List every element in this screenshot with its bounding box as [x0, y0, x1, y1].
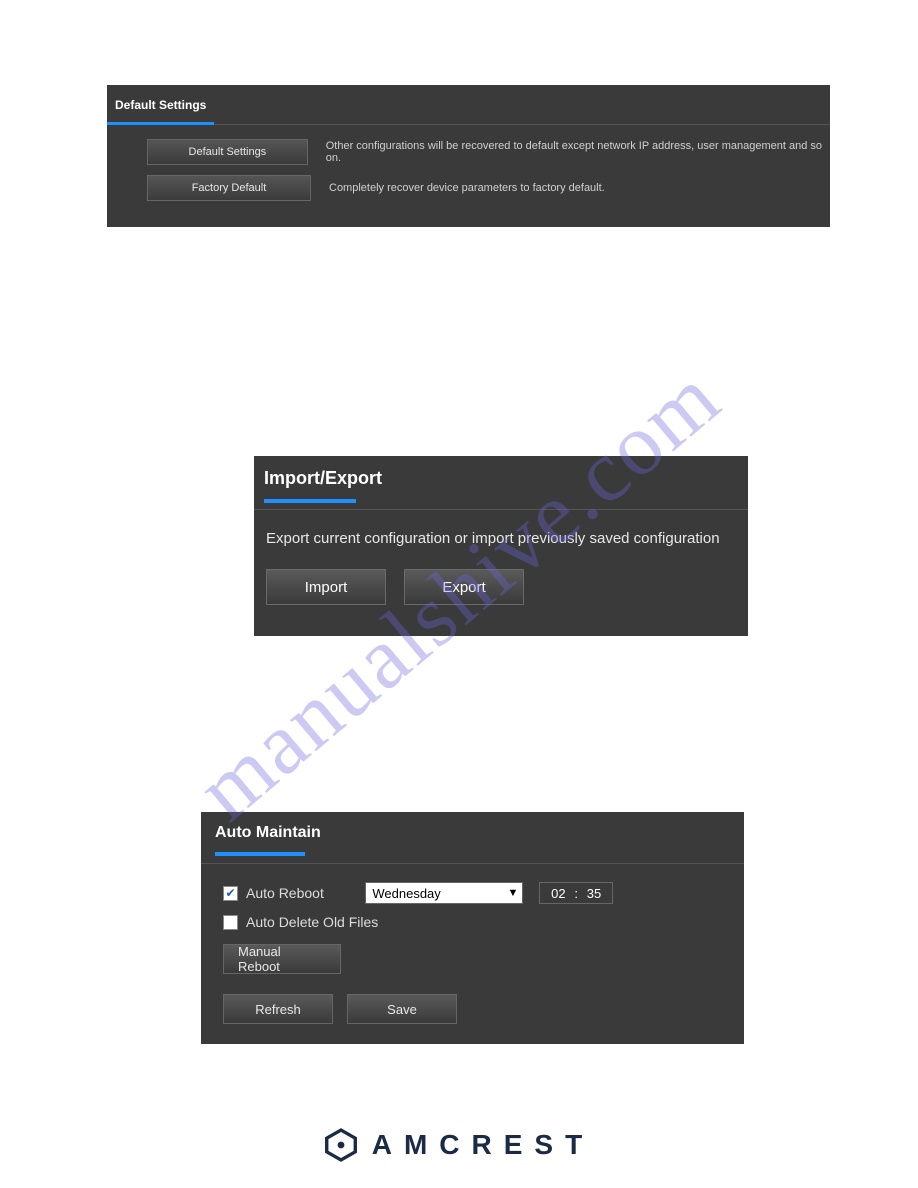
row-manual-reboot: Manual Reboot	[223, 940, 724, 974]
tab-default-settings[interactable]: Default Settings	[107, 85, 214, 125]
import-export-desc: Export current configuration or import p…	[266, 530, 738, 547]
button-label: Default Settings	[189, 146, 267, 158]
panel-title: Auto Maintain	[215, 824, 730, 842]
panel-header: Import/Export	[254, 456, 748, 510]
day-select[interactable]: Wednesday ▼	[365, 882, 523, 904]
export-button[interactable]: Export	[404, 569, 524, 605]
default-settings-panel: Default Settings Default Settings Other …	[107, 85, 830, 227]
auto-reboot-label: Auto Reboot	[246, 885, 324, 901]
button-label: Import	[305, 579, 348, 596]
chevron-down-icon: ▼	[507, 887, 518, 899]
save-button[interactable]: Save	[347, 994, 457, 1024]
button-label: Manual Reboot	[238, 944, 326, 974]
factory-default-desc: Completely recover device parameters to …	[329, 182, 605, 194]
button-label: Refresh	[255, 1002, 301, 1017]
refresh-button[interactable]: Refresh	[223, 994, 333, 1024]
row-default-settings: Default Settings Other configurations wi…	[147, 139, 830, 165]
import-export-panel: Import/Export Export current configurati…	[254, 456, 748, 636]
footer-logo: AMCREST	[0, 1128, 918, 1162]
tab-label: Default Settings	[115, 91, 206, 119]
auto-maintain-panel: Auto Maintain Auto Reboot Wednesday ▼ : …	[201, 812, 744, 1044]
auto-reboot-checkbox[interactable]	[223, 886, 238, 901]
import-button[interactable]: Import	[266, 569, 386, 605]
panel-body: Default Settings Other configurations wi…	[107, 125, 830, 201]
button-label: Export	[442, 579, 485, 596]
time-separator: :	[574, 886, 578, 901]
panel-body: Auto Reboot Wednesday ▼ : Auto Delete Ol…	[201, 864, 744, 1024]
panel-title: Import/Export	[264, 468, 738, 499]
default-settings-desc: Other configurations will be recovered t…	[326, 140, 830, 164]
row-factory-default: Factory Default Completely recover devic…	[147, 175, 830, 201]
row-auto-delete: Auto Delete Old Files	[223, 914, 724, 930]
amcrest-logo-icon	[324, 1128, 358, 1162]
auto-delete-label: Auto Delete Old Files	[246, 914, 378, 930]
panel-body: Export current configuration or import p…	[254, 510, 748, 605]
auto-delete-checkbox[interactable]	[223, 915, 238, 930]
active-underline	[215, 852, 305, 856]
manual-reboot-button[interactable]: Manual Reboot	[223, 944, 341, 974]
hour-input[interactable]	[546, 886, 570, 901]
active-underline	[264, 499, 356, 503]
select-value: Wednesday	[372, 886, 440, 901]
button-row: Refresh Save	[223, 994, 724, 1024]
default-settings-button[interactable]: Default Settings	[147, 139, 308, 165]
row-auto-reboot: Auto Reboot Wednesday ▼ :	[223, 882, 613, 904]
button-label: Save	[387, 1002, 417, 1017]
button-row: Import Export	[266, 569, 738, 605]
brand-text: AMCREST	[372, 1129, 594, 1161]
time-input: :	[539, 882, 613, 904]
factory-default-button[interactable]: Factory Default	[147, 175, 311, 201]
button-label: Factory Default	[192, 182, 267, 194]
minute-input[interactable]	[582, 886, 606, 901]
panel-header: Auto Maintain	[201, 812, 744, 864]
tab-strip: Default Settings	[107, 85, 830, 125]
